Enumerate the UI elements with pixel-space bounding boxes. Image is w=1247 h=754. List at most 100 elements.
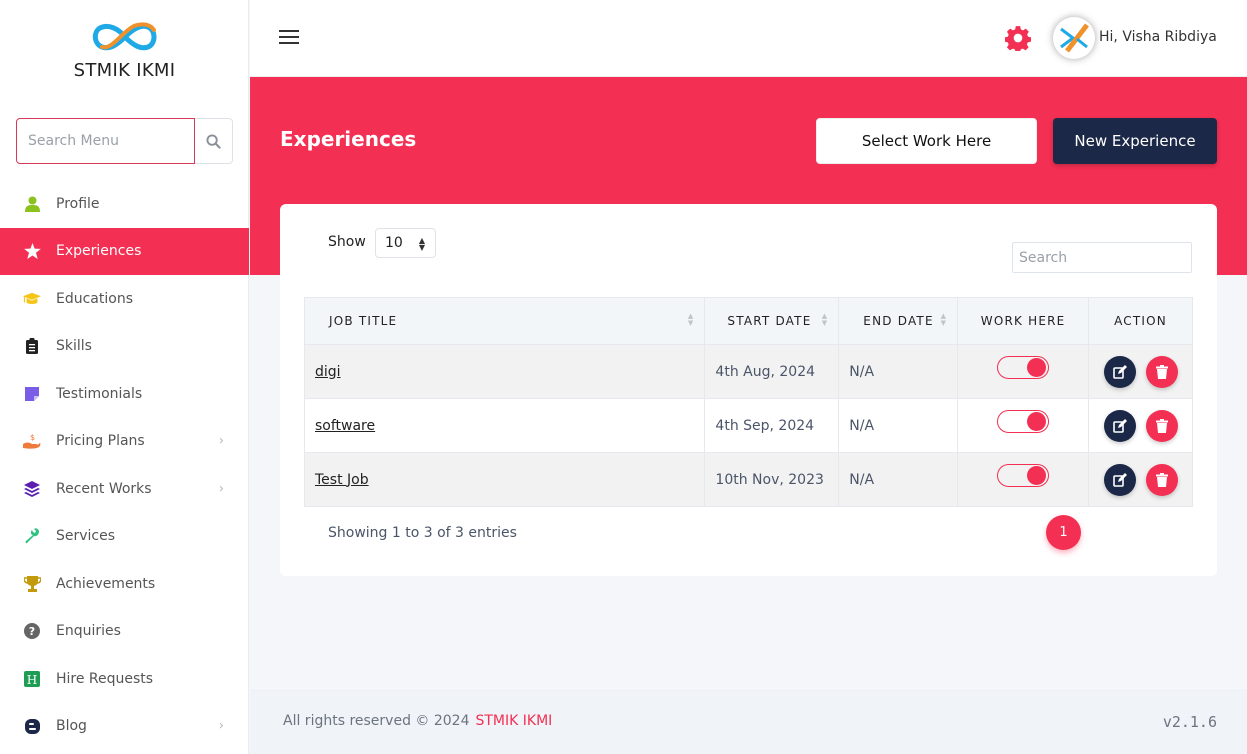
experiences-table: JOB TITLE ▲ ▼ START DATE ▲ ▼ END DATE ▲ ▼ WORK…	[303, 297, 1193, 507]
trophy-icon	[23, 575, 41, 593]
svg-text:$: $	[30, 433, 35, 442]
chevron-right-icon: ›	[218, 718, 224, 734]
topbar: Hi, Visha Ribdiya	[250, 0, 1247, 77]
hire-h-icon: H	[23, 670, 41, 688]
action-cell	[1088, 344, 1193, 399]
sidebar-item-testimonials[interactable]: Testimonials	[0, 370, 249, 418]
sidebar-item-label: Recent Works	[56, 480, 152, 497]
end-date-cell: N/A	[838, 398, 959, 453]
sidebar-item-skills[interactable]: Skills	[0, 323, 249, 371]
infinity-logo-icon	[92, 22, 156, 51]
job-title-link[interactable]: software	[315, 418, 375, 434]
page-size-select[interactable]: 10 ▲ ▼	[375, 228, 436, 258]
trash-icon	[1155, 364, 1168, 379]
sidebar-nav: Profile Experiences Educations Skills Te…	[0, 180, 249, 750]
sidebar-item-label: Hire Requests	[56, 670, 154, 687]
footer-brand-link[interactable]: STMIK IKMI	[475, 713, 552, 729]
sort-icon: ▲ ▼	[940, 312, 948, 327]
delete-button[interactable]	[1145, 463, 1178, 496]
brand-name: STMIK IKMI	[73, 60, 176, 81]
new-experience-button[interactable]: New Experience	[1053, 118, 1217, 164]
hand-dollar-icon: $	[23, 432, 41, 450]
work-here-toggle[interactable]	[997, 410, 1050, 433]
column-header-job-title[interactable]: JOB TITLE ▲ ▼	[303, 297, 706, 345]
menu-search-button[interactable]	[195, 118, 233, 164]
app-version: v2.1.6	[1162, 713, 1217, 731]
sidebar-item-label: Achievements	[56, 575, 156, 592]
edit-button[interactable]	[1103, 409, 1136, 442]
column-label: JOB TITLE	[329, 314, 398, 328]
select-work-here-button[interactable]: Select Work Here	[816, 118, 1037, 164]
sidebar-item-label: Skills	[56, 338, 92, 355]
sidebar-item-services[interactable]: Services	[0, 513, 249, 561]
table-row: digi 4th Aug, 2024 N/A	[303, 344, 1193, 399]
sidebar-item-hire-requests[interactable]: H Hire Requests	[0, 655, 249, 703]
graduation-cap-icon	[23, 290, 41, 308]
edit-button[interactable]	[1103, 463, 1136, 496]
copyright: All rights reserved © 2024 STMIK IKMI	[283, 713, 552, 729]
sidebar-item-achievements[interactable]: Achievements	[0, 560, 249, 608]
avatar[interactable]	[1053, 17, 1095, 59]
column-label: ACTION	[1114, 314, 1167, 328]
trash-icon	[1155, 472, 1168, 487]
column-label: START DATE	[727, 314, 812, 328]
edit-icon	[1112, 418, 1127, 433]
sidebar-item-experiences[interactable]: Experiences	[0, 227, 249, 275]
column-header-start-date[interactable]: START DATE ▲ ▼	[704, 297, 840, 345]
column-label: WORK HERE	[980, 314, 1066, 328]
menu-search-input[interactable]	[16, 118, 195, 164]
menu-toggle-icon[interactable]	[279, 30, 299, 46]
start-date-cell: 10th Nov, 2023	[704, 452, 840, 507]
column-header-end-date[interactable]: END DATE ▲ ▼	[838, 297, 959, 345]
sidebar-item-label: Enquiries	[56, 623, 121, 640]
select-arrows-icon: ▲ ▼	[418, 236, 425, 252]
table-row: software 4th Sep, 2024 N/A	[303, 398, 1193, 453]
page-title: Experiences	[280, 127, 417, 151]
sort-icon: ▲ ▼	[687, 312, 695, 327]
star-icon	[23, 242, 41, 260]
sidebar-item-recent-works[interactable]: Recent Works ›	[0, 465, 249, 513]
start-date-cell: 4th Sep, 2024	[704, 398, 840, 453]
work-here-toggle[interactable]	[997, 356, 1050, 379]
user-greeting[interactable]: Hi, Visha Ribdiya	[1099, 29, 1217, 45]
sidebar-item-label: Testimonials	[56, 385, 143, 402]
table-search-input[interactable]	[1012, 242, 1192, 273]
sidebar-item-label: Pricing Plans	[56, 433, 145, 450]
start-date-cell: 4th Aug, 2024	[704, 344, 840, 399]
work-here-toggle[interactable]	[997, 464, 1050, 487]
page-size-value: 10	[385, 235, 403, 251]
chevron-right-icon: ›	[218, 481, 224, 497]
sort-icon: ▲ ▼	[821, 312, 829, 327]
clipboard-list-icon	[23, 337, 41, 355]
svg-text:H: H	[27, 673, 37, 687]
job-title-cell: digi	[303, 344, 706, 399]
pagination-page-1[interactable]: 1	[1046, 515, 1081, 550]
footer: All rights reserved © 2024 STMIK IKMI v2.…	[250, 690, 1247, 754]
show-entries-label: Show	[328, 234, 366, 250]
sidebar-item-educations[interactable]: Educations	[0, 275, 249, 323]
question-circle-icon: ?	[23, 622, 41, 640]
action-cell	[1088, 452, 1193, 507]
brand-logo[interactable]: STMIK IKMI	[0, 20, 249, 81]
sidebar-item-enquiries[interactable]: ? Enquiries	[0, 608, 249, 656]
action-cell	[1088, 398, 1193, 453]
column-header-action: ACTION	[1088, 297, 1193, 345]
gear-icon[interactable]	[1004, 25, 1031, 55]
blogger-icon	[23, 717, 41, 735]
column-label: END DATE	[863, 314, 934, 328]
delete-button[interactable]	[1145, 355, 1178, 388]
svg-text:?: ?	[29, 625, 35, 638]
edit-button[interactable]	[1103, 355, 1136, 388]
trash-icon	[1155, 418, 1168, 433]
sidebar-item-pricing-plans[interactable]: $ Pricing Plans ›	[0, 418, 249, 466]
sidebar-item-blog[interactable]: Blog ›	[0, 703, 249, 751]
job-title-link[interactable]: Test Job	[315, 472, 369, 488]
delete-button[interactable]	[1145, 409, 1178, 442]
wrench-icon	[23, 527, 41, 545]
job-title-link[interactable]: digi	[315, 364, 341, 380]
sticky-note-icon	[23, 385, 41, 403]
sidebar: STMIK IKMI Profile Experiences Education…	[0, 0, 249, 754]
column-header-work-here: WORK HERE	[957, 297, 1090, 345]
sidebar-item-profile[interactable]: Profile	[0, 180, 249, 228]
layers-icon	[23, 480, 41, 498]
